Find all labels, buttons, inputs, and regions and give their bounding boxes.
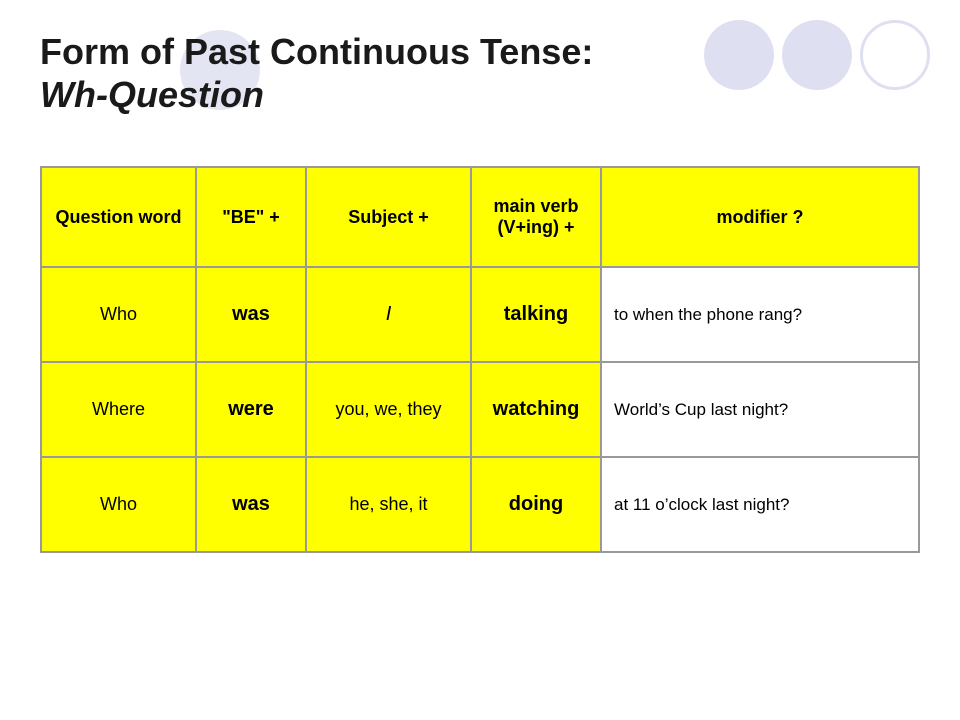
cell-modifier-3: at 11 o’clock last night? [601,457,919,552]
cell-modifier-1: to when the phone rang? [601,267,919,362]
cell-modifier-2: World’s Cup last night? [601,362,919,457]
cell-be-1: was [196,267,306,362]
header-be: "BE" + [196,167,306,267]
page-title: Form of Past Continuous Tense: Wh-Questi… [40,30,920,116]
cell-main-verb-2: watching [471,362,601,457]
header-question-word: Question word [41,167,196,267]
cell-question-word-1: Who [41,267,196,362]
grammar-table: Question word "BE" + Subject + main verb… [40,166,920,553]
cell-be-3: was [196,457,306,552]
header-modifier: modifier ? [601,167,919,267]
cell-main-verb-3: doing [471,457,601,552]
cell-main-verb-1: talking [471,267,601,362]
cell-subject-2: you, we, they [306,362,471,457]
table-row: Who was I talking to when the phone rang… [41,267,919,362]
header-be-text: "BE" + [222,207,280,227]
header-subject: Subject + [306,167,471,267]
header-main-verb: main verb(V+ing) + [471,167,601,267]
cell-subject-3: he, she, it [306,457,471,552]
cell-question-word-3: Who [41,457,196,552]
cell-be-2: were [196,362,306,457]
table-row: Where were you, we, they watching World’… [41,362,919,457]
table-header-row: Question word "BE" + Subject + main verb… [41,167,919,267]
title-line2: Wh-Question [40,73,920,116]
page: Form of Past Continuous Tense: Wh-Questi… [0,0,960,720]
title-line1: Form of Past Continuous Tense: [40,30,920,73]
cell-question-word-2: Where [41,362,196,457]
cell-subject-1: I [306,267,471,362]
table-wrapper: Question word "BE" + Subject + main verb… [40,166,920,553]
table-row: Who was he, she, it doing at 11 o’clock … [41,457,919,552]
